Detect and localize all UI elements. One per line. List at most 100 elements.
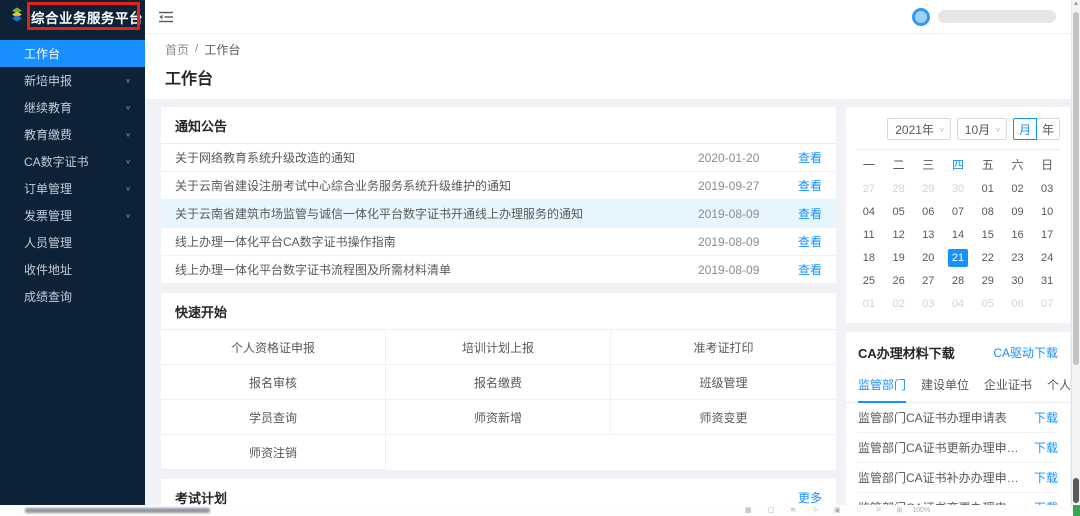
quick-start-item[interactable]: 学员查询: [161, 400, 386, 435]
calendar-day[interactable]: 08: [973, 200, 1003, 223]
ca-material-name: 监管部门CA证书补办办理申请表: [858, 469, 1026, 486]
calendar-day[interactable]: 28: [943, 269, 973, 292]
notice-title[interactable]: 线上办理一体化平台CA数字证书操作指南: [175, 233, 684, 250]
year-select[interactable]: 2021年 ∨: [887, 118, 951, 140]
calendar-day[interactable]: 26: [884, 269, 914, 292]
quick-start-item[interactable]: 报名缴费: [386, 365, 611, 400]
calendar-day[interactable]: 31: [1032, 269, 1062, 292]
sidebar-item[interactable]: 新培申报∨: [0, 67, 145, 94]
sidebar-item[interactable]: 教育缴费∨: [0, 121, 145, 148]
notices-card: 通知公告 关于网络教育系统升级改造的通知2020-01-20查看关于云南省建设注…: [161, 107, 836, 284]
sidebar-item[interactable]: 工作台: [0, 40, 145, 67]
calendar-day[interactable]: 27: [854, 177, 884, 200]
quick-start-item[interactable]: 培训计划上报: [386, 330, 611, 365]
calendar-day[interactable]: 30: [1003, 269, 1033, 292]
sidebar-item[interactable]: 成绩查询: [0, 283, 145, 310]
calendar-day[interactable]: 20: [913, 246, 943, 269]
calendar-day[interactable]: 30: [943, 177, 973, 200]
notice-title[interactable]: 关于云南省建筑市场监管与诚信一体化平台数字证书开通线上办理服务的通知: [175, 205, 684, 222]
calendar-day[interactable]: 18: [854, 246, 884, 269]
statusbar-icon: ⌑: [877, 507, 881, 514]
notice-title[interactable]: 线上办理一体化平台数字证书流程图及所需材料清单: [175, 261, 684, 278]
weekday-label: 日: [1032, 152, 1062, 177]
calendar-day[interactable]: 27: [913, 269, 943, 292]
calendar-day[interactable]: 29: [973, 269, 1003, 292]
sidebar-item[interactable]: 发票管理∨: [0, 202, 145, 229]
calendar-day[interactable]: 29: [913, 177, 943, 200]
weekday-label: 四: [943, 152, 973, 177]
calendar-day[interactable]: 01: [854, 292, 884, 315]
download-link[interactable]: 下载: [1034, 439, 1058, 456]
calendar-day[interactable]: 06: [913, 200, 943, 223]
calendar-day[interactable]: 13: [913, 223, 943, 246]
sidebar-item[interactable]: 订单管理∨: [0, 175, 145, 202]
calendar-day[interactable]: 17: [1032, 223, 1062, 246]
month-mode-button[interactable]: 月: [1013, 118, 1037, 140]
scroll-up-arrow-icon[interactable]: ▲: [1072, 1, 1080, 7]
notice-view-link[interactable]: 查看: [776, 261, 822, 278]
calendar-day[interactable]: 25: [854, 269, 884, 292]
calendar-day[interactable]: 24: [1032, 246, 1062, 269]
topbar: [145, 0, 1080, 34]
calendar-day[interactable]: 23: [1003, 246, 1033, 269]
ca-tab[interactable]: 建设单位: [921, 371, 969, 402]
menu-fold-icon[interactable]: [159, 11, 173, 23]
calendar-day[interactable]: 05: [884, 200, 914, 223]
notice-view-link[interactable]: 查看: [776, 149, 822, 166]
calendar-day[interactable]: 11: [854, 223, 884, 246]
sidebar-item[interactable]: 人员管理: [0, 229, 145, 256]
ca-tab[interactable]: 监管部门: [858, 371, 906, 403]
notice-view-link[interactable]: 查看: [776, 233, 822, 250]
calendar-day[interactable]: 01: [973, 177, 1003, 200]
notice-title[interactable]: 关于云南省建设注册考试中心综合业务服务系统升级维护的通知: [175, 177, 684, 194]
sidebar-item[interactable]: CA数字证书∨: [0, 148, 145, 175]
calendar-day[interactable]: 12: [884, 223, 914, 246]
calendar-day[interactable]: 03: [1032, 177, 1062, 200]
sidebar-item[interactable]: 继续教育∨: [0, 94, 145, 121]
calendar-day[interactable]: 09: [1003, 200, 1033, 223]
calendar-day[interactable]: 22: [973, 246, 1003, 269]
calendar-day[interactable]: 05: [973, 292, 1003, 315]
calendar-day[interactable]: 02: [884, 292, 914, 315]
notice-title[interactable]: 关于网络教育系统升级改造的通知: [175, 149, 684, 166]
notice-view-link[interactable]: 查看: [776, 177, 822, 194]
notice-view-link[interactable]: 查看: [776, 205, 822, 222]
quick-start-item[interactable]: 个人资格证申报: [161, 330, 386, 365]
scrollbar-thumb[interactable]: [1073, 12, 1079, 365]
quick-start-item[interactable]: 师资新增: [386, 400, 611, 435]
calendar-day[interactable]: 16: [1003, 223, 1033, 246]
calendar-day[interactable]: 06: [1003, 292, 1033, 315]
calendar-day[interactable]: 07: [943, 200, 973, 223]
quick-start-item[interactable]: 师资注销: [161, 435, 386, 470]
scrollbar[interactable]: ▲: [1071, 0, 1080, 505]
month-select[interactable]: 10月 ∨: [957, 118, 1007, 140]
download-link[interactable]: 下载: [1034, 469, 1058, 486]
chevron-down-icon: ∨: [125, 131, 131, 138]
quick-start-item[interactable]: 师资变更: [611, 400, 836, 435]
quick-start-item[interactable]: 班级管理: [611, 365, 836, 400]
statusbar-icon: ◌: [857, 507, 861, 514]
calendar-day[interactable]: 21: [943, 246, 973, 269]
calendar-day[interactable]: 02: [1003, 177, 1033, 200]
calendar-day[interactable]: 03: [913, 292, 943, 315]
quick-start-item[interactable]: 报名审核: [161, 365, 386, 400]
calendar-day[interactable]: 19: [884, 246, 914, 269]
calendar-day[interactable]: 15: [973, 223, 1003, 246]
calendar-day[interactable]: 07: [1032, 292, 1062, 315]
user-avatar[interactable]: [912, 8, 930, 26]
calendar-day[interactable]: 04: [854, 200, 884, 223]
ca-driver-download-link[interactable]: CA驱动下载: [993, 344, 1058, 361]
calendar-day[interactable]: 04: [943, 292, 973, 315]
calendar-day[interactable]: 10: [1032, 200, 1062, 223]
exam-plan-more-link[interactable]: 更多: [798, 489, 822, 506]
scrollbar-thumb-secondary[interactable]: [1073, 478, 1079, 503]
download-link[interactable]: 下载: [1034, 409, 1058, 426]
calendar-grid: 一二三四五六日272829300102030405060708091011121…: [846, 150, 1070, 323]
quick-start-item[interactable]: 准考证打印: [611, 330, 836, 365]
year-mode-button[interactable]: 年: [1036, 118, 1060, 140]
breadcrumb-home[interactable]: 首页: [165, 41, 189, 58]
sidebar-item[interactable]: 收件地址: [0, 256, 145, 283]
calendar-day[interactable]: 28: [884, 177, 914, 200]
ca-tab[interactable]: 企业证书: [984, 371, 1032, 402]
calendar-day[interactable]: 14: [943, 223, 973, 246]
